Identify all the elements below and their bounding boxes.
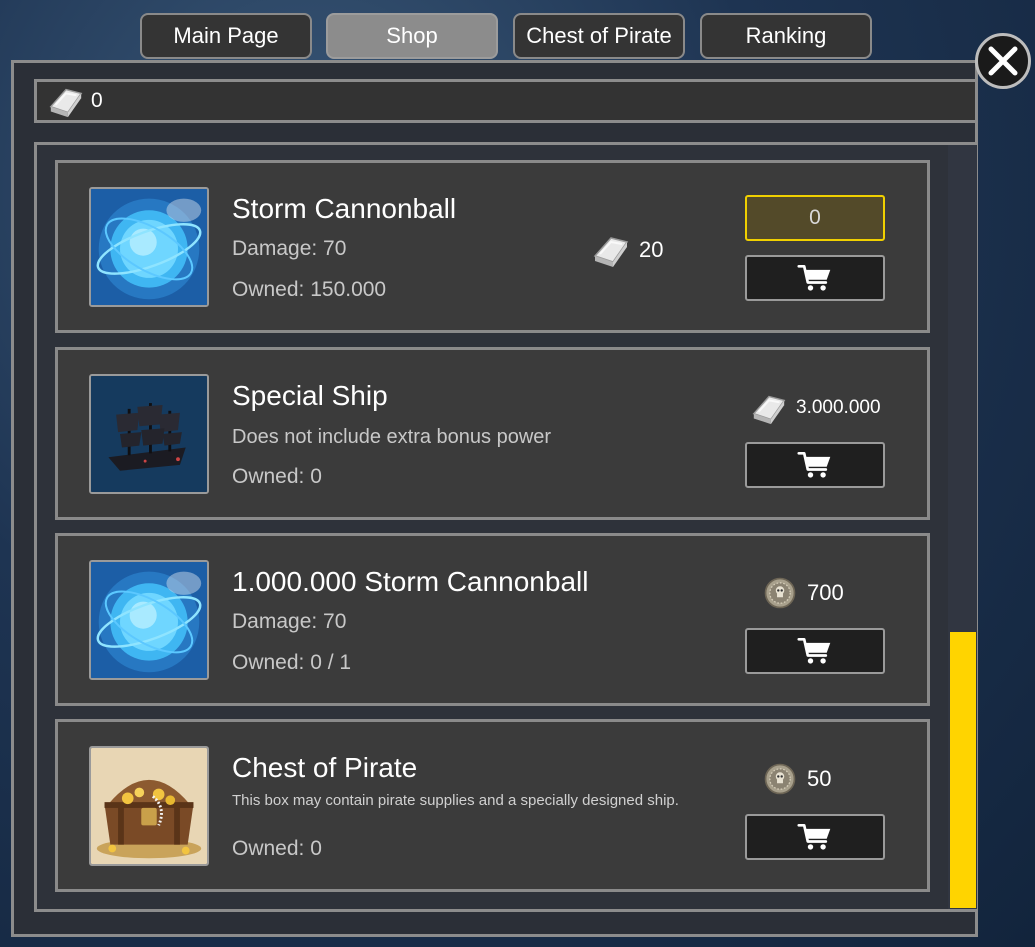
item-price: 50 bbox=[763, 762, 831, 796]
cart-icon bbox=[797, 822, 833, 852]
quantity-input[interactable]: 0 bbox=[745, 195, 885, 241]
item-title: 1.000.000 Storm Cannonball bbox=[232, 566, 589, 597]
item-title: Chest of Pirate bbox=[232, 752, 418, 783]
item-title: Special Ship bbox=[232, 380, 388, 411]
silver-balance: 0 bbox=[91, 89, 103, 112]
silver-bar-icon bbox=[591, 230, 631, 270]
storm-cannonball-image bbox=[89, 560, 209, 680]
close-icon bbox=[988, 46, 1018, 76]
silver-bar-icon bbox=[47, 82, 85, 120]
price-value: 20 bbox=[639, 237, 664, 262]
shop-item-million-storm-cannonball: 1.000.000 Storm Cannonball Damage: 70 Ow… bbox=[55, 533, 930, 706]
buy-button[interactable] bbox=[745, 442, 885, 488]
tab-main-page[interactable]: Main Page bbox=[140, 13, 312, 59]
item-title: Storm Cannonball bbox=[232, 193, 457, 224]
item-description: This box may contain pirate supplies and… bbox=[232, 792, 679, 809]
cart-icon bbox=[797, 450, 833, 480]
scrollbar-thumb[interactable] bbox=[950, 632, 976, 908]
shop-item-special-ship: Special Ship Does not include extra bonu… bbox=[55, 347, 930, 520]
special-ship-image bbox=[89, 374, 209, 494]
currency-bar: 0 bbox=[34, 79, 978, 123]
pirate-coin-icon bbox=[763, 576, 797, 610]
silver-bar-icon bbox=[750, 389, 788, 427]
item-owned: Owned: 150.000 bbox=[232, 278, 387, 301]
tab-chest-of-pirate[interactable]: Chest of Pirate bbox=[513, 13, 685, 59]
price-value: 3.000.000 bbox=[796, 397, 881, 418]
cart-icon bbox=[797, 636, 833, 666]
item-price: 700 bbox=[763, 576, 844, 610]
tab-ranking[interactable]: Ranking bbox=[700, 13, 872, 59]
buy-button[interactable] bbox=[745, 814, 885, 860]
item-damage: Damage: 70 bbox=[232, 237, 347, 260]
tab-label: Ranking bbox=[745, 23, 827, 48]
tab-shop[interactable]: Shop bbox=[326, 13, 498, 59]
cart-icon bbox=[797, 263, 833, 293]
pirate-coin-icon bbox=[763, 762, 797, 796]
item-owned: Owned: 0 bbox=[232, 465, 322, 488]
treasure-chest-image bbox=[89, 746, 209, 866]
item-description: Does not include extra bonus power bbox=[232, 426, 552, 448]
shop-item-storm-cannonball: Storm Cannonball Damage: 70 Owned: 150.0… bbox=[55, 160, 930, 333]
item-price: 3.000.000 bbox=[750, 389, 881, 427]
item-damage: Damage: 70 bbox=[232, 610, 347, 633]
tab-label: Shop bbox=[386, 23, 438, 48]
item-owned: Owned: 0 / 1 bbox=[232, 651, 352, 674]
storm-cannonball-image bbox=[89, 187, 209, 307]
buy-button[interactable] bbox=[745, 255, 885, 301]
item-price: 20 bbox=[591, 230, 663, 270]
tab-label: Main Page bbox=[173, 23, 279, 48]
shop-item-chest-of-pirate: Chest of Pirate This box may contain pir… bbox=[55, 719, 930, 892]
item-owned: Owned: 0 bbox=[232, 837, 322, 860]
tab-label: Chest of Pirate bbox=[526, 23, 672, 48]
buy-button[interactable] bbox=[745, 628, 885, 674]
price-value: 50 bbox=[807, 766, 832, 791]
price-value: 700 bbox=[807, 580, 844, 605]
close-button[interactable] bbox=[975, 33, 1031, 89]
